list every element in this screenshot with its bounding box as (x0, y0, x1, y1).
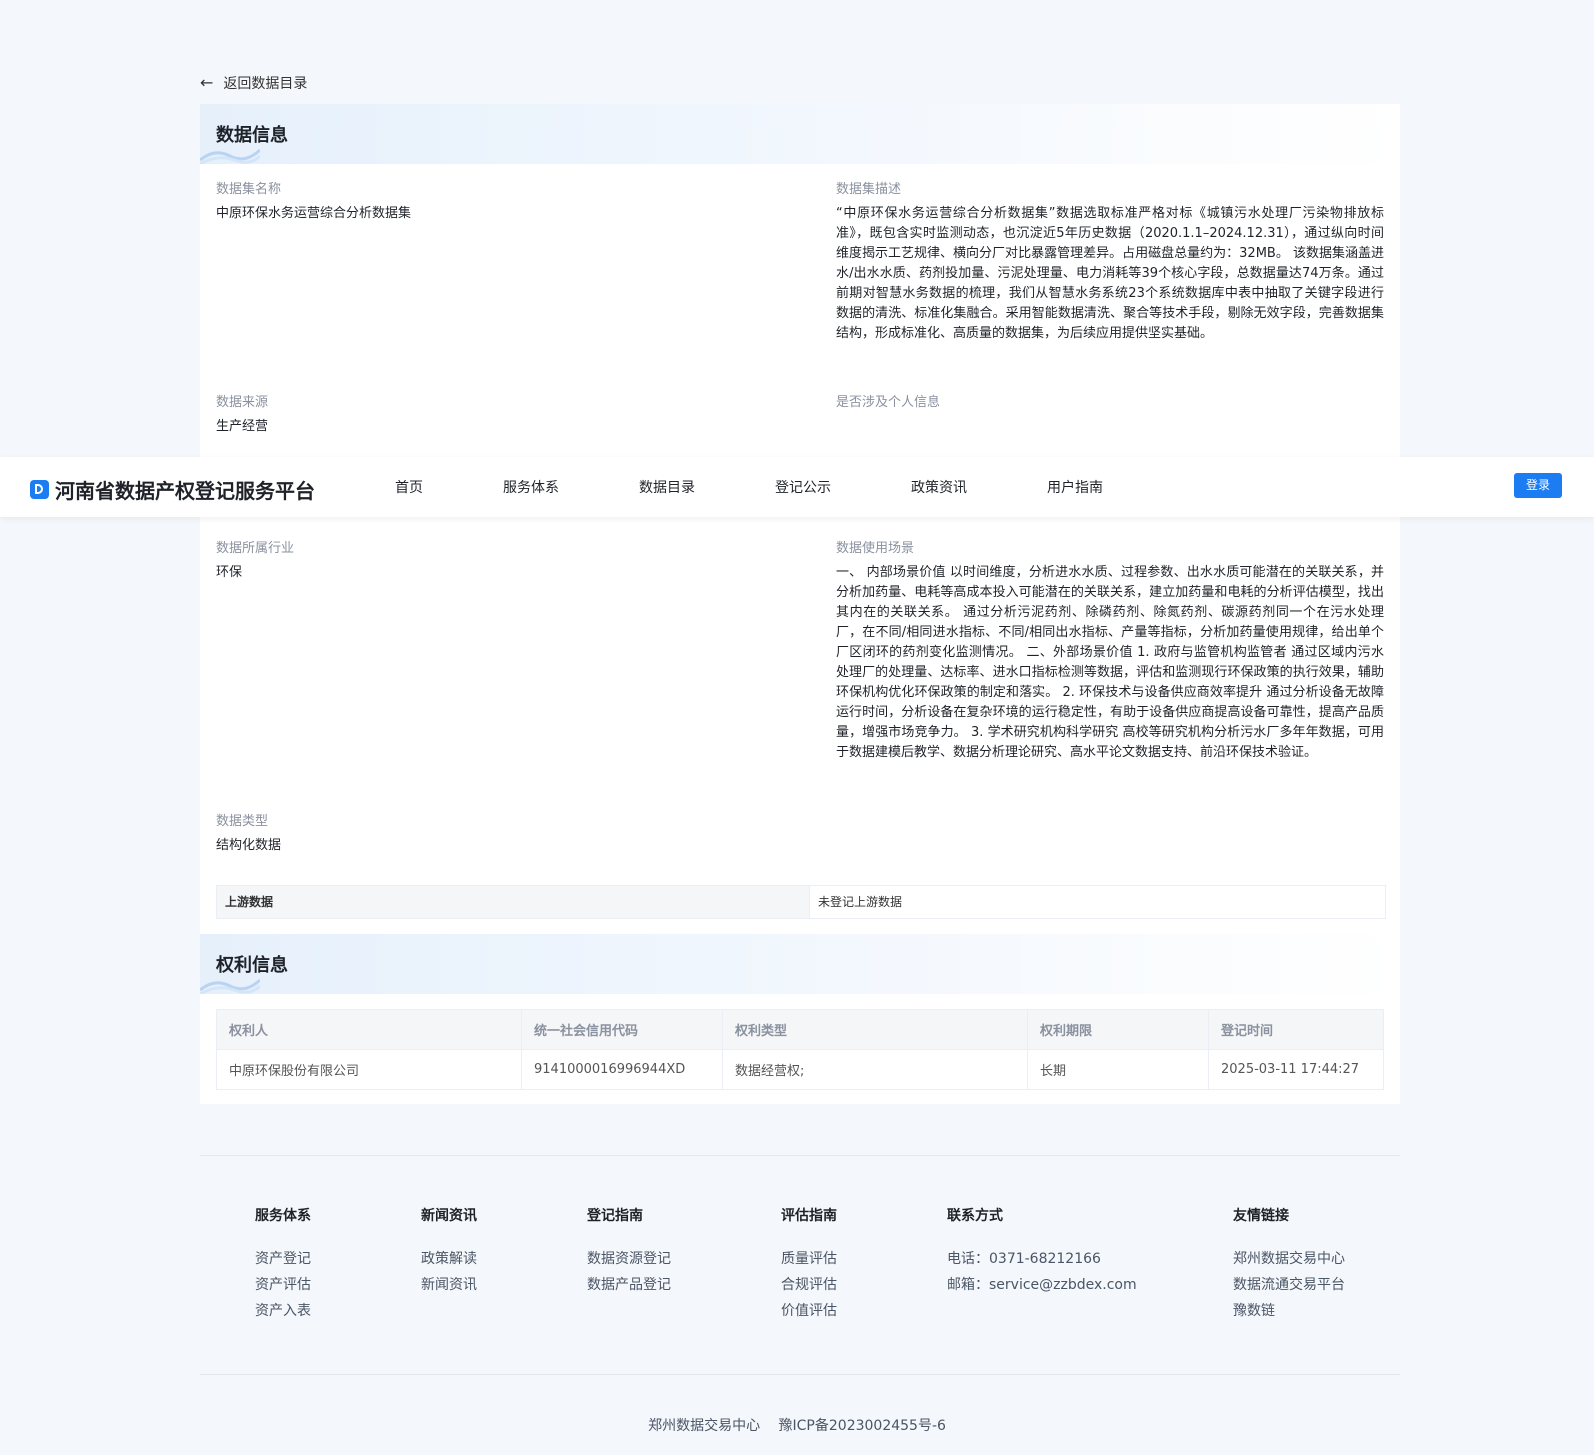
contact-phone: 电话：0371-68212166 (947, 1251, 1101, 1267)
login-button[interactable]: 登录 (1514, 473, 1562, 498)
footer-bottom-divider (200, 1374, 1400, 1375)
contact-email: 邮箱：service@zzbdex.com (947, 1277, 1137, 1293)
nav-item-user-guide[interactable]: 用户指南 (1047, 477, 1103, 497)
footer-column-title: 登记指南 (587, 1208, 643, 1224)
nav-item-catalog[interactable]: 数据目录 (639, 477, 695, 497)
usage-value: 一、 内部场景价值 以时间维度，分析进水水质、过程参数、出水水质可能潜在的关联关… (836, 565, 1384, 760)
footer-column-services: 服务体系 资产登记 资产评估 资产入表 (255, 1205, 311, 1324)
section-header: 权利信息 (200, 934, 1400, 994)
credit-code-cell: 9141000016996944XD (521, 1049, 723, 1090)
data-source-value: 生产经营 (216, 419, 269, 434)
upstream-data-label: 上游数据 (217, 886, 810, 918)
footer-link[interactable]: 郑州数据交易中心 (1233, 1246, 1345, 1272)
footer-column-title: 服务体系 (255, 1208, 311, 1224)
footer-link[interactable]: 资产入表 (255, 1298, 311, 1324)
site-logo[interactable]: 河南省数据产权登记服务平台 (30, 475, 315, 504)
footer-column-news: 新闻资讯 政策解读 新闻资讯 (421, 1205, 477, 1298)
rights-info-title: 权利信息 (216, 955, 288, 976)
footer-link[interactable]: 数据流通交易平台 (1233, 1272, 1345, 1298)
industry-label: 数据所属行业 (216, 541, 295, 556)
column-header: 权利期限 (1027, 1009, 1209, 1050)
table-row: 中原环保股份有限公司 9141000016996944XD 数据经营权; 长期 … (216, 1049, 1384, 1090)
data-type-value: 结构化数据 (216, 838, 282, 853)
data-info-card: 数据信息 数据集名称 中原环保水务运营综合分析数据集 数据集描述 “中原环保水务… (200, 104, 1400, 934)
nav-item-public-notice[interactable]: 登记公示 (775, 477, 831, 497)
rights-holder-cell: 中原环保股份有限公司 (216, 1049, 522, 1090)
rights-type-cell: 数据经营权; (722, 1049, 1028, 1090)
column-header: 权利人 (216, 1009, 522, 1050)
upstream-data-value: 未登记上游数据 (818, 895, 903, 909)
dataset-desc-label: 数据集描述 (836, 182, 902, 197)
data-source-label: 数据来源 (216, 395, 269, 410)
platform-logo-icon (30, 480, 49, 499)
footer-link[interactable]: 质量评估 (781, 1246, 837, 1272)
dataset-desc-value: “中原环保水务运营综合分析数据集”数据选取标准严格对标《城镇污水处理厂污染物排放… (836, 206, 1384, 341)
nav-item-services[interactable]: 服务体系 (503, 477, 559, 497)
icp-number[interactable]: 豫ICP备2023002455号-6 (779, 1418, 946, 1434)
upstream-data-row: 上游数据 未登记上游数据 (216, 885, 1386, 919)
platform-name: 河南省数据产权登记服务平台 (55, 479, 315, 503)
footer-column-title: 新闻资讯 (421, 1208, 477, 1224)
copyright-bar: 郑州数据交易中心 豫ICP备2023002455号-6 (0, 1415, 1594, 1435)
footer-column-contact: 联系方式 电话：0371-68212166 邮箱：service@zzbdex.… (947, 1205, 1137, 1298)
data-type-label: 数据类型 (216, 814, 269, 829)
industry-value: 环保 (216, 565, 243, 580)
section-header: 数据信息 (200, 104, 1400, 164)
footer-link[interactable]: 资产评估 (255, 1272, 311, 1298)
back-to-catalog-link[interactable]: ← 返回数据目录 (200, 73, 307, 93)
copyright-org: 郑州数据交易中心 (648, 1418, 761, 1434)
footer-column-friend-links: 友情链接 郑州数据交易中心 数据流通交易平台 豫数链 (1233, 1205, 1345, 1324)
footer-link[interactable]: 豫数链 (1233, 1298, 1345, 1324)
dataset-name-label: 数据集名称 (216, 182, 282, 197)
dataset-name-value: 中原环保水务运营综合分析数据集 (216, 206, 412, 221)
footer-link[interactable]: 资产登记 (255, 1246, 311, 1272)
table-header-row: 权利人 统一社会信用代码 权利类型 权利期限 登记时间 (216, 1009, 1384, 1050)
footer-column-register-guide: 登记指南 数据资源登记 数据产品登记 (587, 1205, 671, 1298)
nav-item-home[interactable]: 首页 (395, 477, 423, 497)
footer-column-title: 友情链接 (1233, 1208, 1289, 1224)
data-info-title: 数据信息 (216, 125, 288, 146)
column-header: 统一社会信用代码 (521, 1009, 723, 1050)
footer-divider (200, 1155, 1400, 1156)
footer-link[interactable]: 新闻资讯 (421, 1272, 477, 1298)
back-link-label: 返回数据目录 (223, 76, 308, 92)
column-header: 权利类型 (722, 1009, 1028, 1050)
top-navbar: 河南省数据产权登记服务平台 首页 服务体系 数据目录 登记公示 政策资讯 用户指… (0, 457, 1594, 517)
personal-info-label: 是否涉及个人信息 (836, 395, 941, 410)
usage-label: 数据使用场景 (836, 541, 915, 556)
footer-link[interactable]: 政策解读 (421, 1246, 477, 1272)
footer-link[interactable]: 数据产品登记 (587, 1272, 671, 1298)
footer-column-evaluation-guide: 评估指南 质量评估 合规评估 价值评估 (781, 1205, 837, 1324)
arrow-left-icon: ← (200, 73, 214, 92)
footer-link[interactable]: 合规评估 (781, 1272, 837, 1298)
footer-link[interactable]: 价值评估 (781, 1298, 837, 1324)
rights-info-card: 权利信息 权利人 统一社会信用代码 权利类型 权利期限 登记时间 中原环保股份有… (200, 934, 1400, 1104)
footer-link[interactable]: 数据资源登记 (587, 1246, 671, 1272)
footer-column-title: 联系方式 (947, 1208, 1003, 1224)
rights-table: 权利人 统一社会信用代码 权利类型 权利期限 登记时间 中原环保股份有限公司 9… (216, 1009, 1384, 1090)
footer-column-title: 评估指南 (781, 1208, 837, 1224)
rights-term-cell: 长期 (1027, 1049, 1209, 1090)
register-time-cell: 2025-03-11 17:44:27 (1208, 1049, 1384, 1090)
nav-item-policy-news[interactable]: 政策资讯 (911, 477, 967, 497)
column-header: 登记时间 (1208, 1009, 1384, 1050)
